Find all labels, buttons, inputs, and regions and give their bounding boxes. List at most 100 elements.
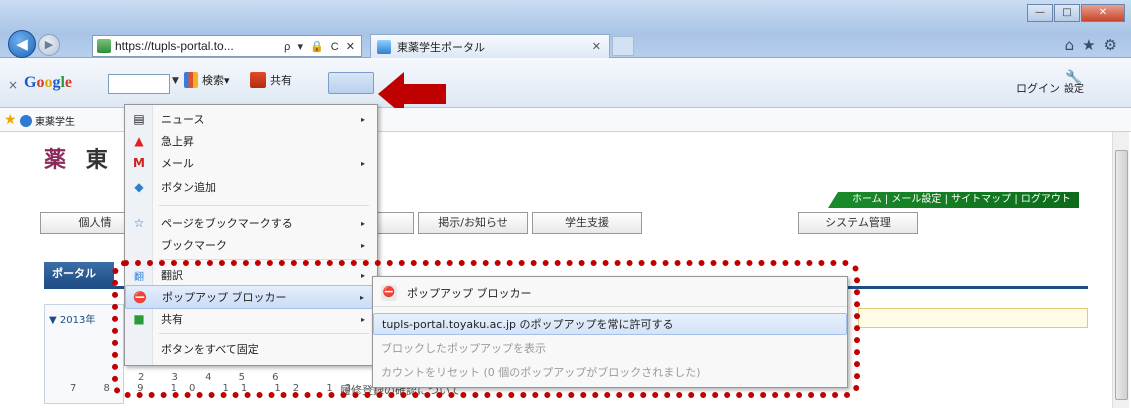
chevron-down-icon: ▾ <box>224 73 230 87</box>
submenu-arrow-icon: ▸ <box>360 314 365 324</box>
settings-button[interactable]: 🔧 設定 <box>1064 70 1084 96</box>
gmail-icon: M <box>133 156 145 170</box>
toolbar-close-icon[interactable]: × <box>8 78 18 92</box>
share-button[interactable]: 共有 <box>250 72 292 88</box>
menu-item-translate[interactable]: 翻 翻訳 ▸ <box>125 263 377 287</box>
news-icon: ▤ <box>133 112 145 126</box>
menu-item-label: ボタンをすべて固定 <box>161 343 259 356</box>
close-window-button[interactable]: ✕ <box>1081 4 1125 22</box>
reset-count-item[interactable]: カウントをリセット (0 個のポップアップがブロックされました) <box>373 361 847 383</box>
submenu-arrow-icon: ▸ <box>360 270 365 280</box>
google-search-input[interactable] <box>108 74 170 94</box>
submenu-arrow-icon: ▸ <box>359 292 364 302</box>
browser-right-icons: ⌂ ★ ⚙ <box>1065 36 1117 54</box>
address-url: https://tupls-portal.to... <box>115 39 234 53</box>
popup-blocker-submenu: ⛔ ポップアップ ブロッカー tupls-portal.toyaku.ac.jp… <box>372 276 848 388</box>
submenu-header: ⛔ ポップアップ ブロッカー <box>373 279 847 307</box>
home-icon[interactable]: ⌂ <box>1065 36 1075 54</box>
back-arrow-icon: ◀ <box>16 35 28 53</box>
menu-item-bookmark-page[interactable]: ☆ ページをブックマークする ▸ <box>125 211 377 235</box>
menu-item-label: ページをブックマークする <box>161 217 293 230</box>
calendar-title[interactable]: ▼ 2013年 <box>45 305 123 332</box>
menu-item-trending[interactable]: ▲ 急上昇 <box>125 129 377 153</box>
window-controls: — □ ✕ <box>1026 4 1125 22</box>
menu-item-label: 共有 <box>161 313 183 326</box>
menu-item-label: メール <box>161 157 194 170</box>
tab-system-admin[interactable]: システム管理 <box>798 212 918 234</box>
calendar-days: 2 3 4 5 6 7 8 9 10 11 12 13 <box>70 372 363 394</box>
menu-separator <box>159 259 369 260</box>
settings-label: 設定 <box>1064 84 1084 95</box>
google-search-button[interactable]: 検索 ▾ <box>184 72 230 88</box>
logo-mark: 薬 <box>44 147 73 173</box>
new-tab-button[interactable] <box>612 36 634 56</box>
window-titlebar: — □ ✕ ◀ ▶ https://tupls-portal.to... ρ ▾… <box>0 0 1131 58</box>
submenu-header-label: ポップアップ ブロッカー <box>407 286 532 300</box>
menu-separator <box>159 333 369 334</box>
favorites-star-icon[interactable]: ★ <box>1082 36 1095 54</box>
google-toolbar: × Google ▼ 検索 ▾ 共有 ログイン 🔧 設定 <box>0 58 1131 116</box>
portal-section-title: ポータル <box>44 262 114 286</box>
allow-popups-item[interactable]: tupls-portal.toyaku.ac.jp のポップアップを常に許可する <box>373 313 847 335</box>
scrollbar-thumb[interactable] <box>1115 150 1128 400</box>
submenu-arrow-icon: ▸ <box>360 240 365 250</box>
menu-item-label: ニュース <box>161 113 205 126</box>
vertical-scrollbar[interactable] <box>1112 132 1129 408</box>
tools-gear-icon[interactable]: ⚙ <box>1104 36 1117 54</box>
more-buttons-button[interactable] <box>328 72 374 94</box>
favorite-link[interactable]: 東薬学生 <box>20 113 75 128</box>
add-button-icon: ◆ <box>134 180 144 194</box>
show-blocked-label: ブロックしたポップアップを表示 <box>381 342 546 355</box>
menu-separator <box>159 205 369 206</box>
toolbar-more-menu: ▤ ニュース ▸ ▲ 急上昇 M メール ▸ ◆ ボタン追加 ☆ ページをブック… <box>124 104 378 366</box>
browser-tab[interactable]: 東薬学生ポータル ✕ <box>370 34 610 58</box>
menu-item-bookmarks[interactable]: ブックマーク ▸ <box>125 233 377 257</box>
tab-favicon-icon <box>377 39 391 54</box>
address-bar[interactable]: https://tupls-portal.to... ρ ▾ 🔒 C ✕ <box>92 35 362 57</box>
menu-item-pin-all[interactable]: ボタンをすべて固定 <box>125 337 377 361</box>
login-link[interactable]: ログイン <box>1016 80 1060 96</box>
back-button[interactable]: ◀ <box>8 30 36 58</box>
menu-item-news[interactable]: ▤ ニュース ▸ <box>125 107 377 131</box>
calendar-row: 7 8 9 10 11 12 13 <box>70 383 364 394</box>
search-icon <box>184 72 198 88</box>
menu-item-add-button[interactable]: ◆ ボタン追加 <box>125 175 377 199</box>
menu-item-popup-blocker[interactable]: ⛔ ポップアップ ブロッカー ▸ <box>125 285 377 309</box>
favorite-label: 東薬学生 <box>35 117 75 128</box>
submenu-arrow-icon: ▸ <box>360 158 365 168</box>
site-favicon-icon <box>97 39 111 53</box>
ie-icon <box>20 114 32 127</box>
forward-arrow-icon: ▶ <box>44 38 54 51</box>
translate-icon: 翻 <box>134 271 144 283</box>
show-blocked-popups-item[interactable]: ブロックしたポップアップを表示 <box>373 337 847 359</box>
minimize-button[interactable]: — <box>1027 4 1053 22</box>
top-navigation[interactable]: ホーム | メール設定 | サイトマップ | ログアウト <box>828 192 1079 208</box>
allow-popups-label: tupls-portal.toyaku.ac.jp のポップアップを常に許可する <box>382 318 674 331</box>
share-icon <box>250 72 266 88</box>
forward-button[interactable]: ▶ <box>38 34 60 56</box>
menu-item-share[interactable]: ■ 共有 ▸ <box>125 307 377 331</box>
tab-student-support[interactable]: 学生支援 <box>532 212 642 234</box>
tab-notices[interactable]: 掲示/お知らせ <box>418 212 528 234</box>
reset-count-label: カウントをリセット (0 個のポップアップがブロックされました) <box>381 366 701 379</box>
address-tools[interactable]: ρ ▾ 🔒 C ✕ <box>284 40 357 53</box>
tab-close-icon[interactable]: ✕ <box>592 40 601 53</box>
submenu-arrow-icon: ▸ <box>360 218 365 228</box>
search-label: 検索 <box>202 74 224 87</box>
tab-title: 東薬学生ポータル <box>397 40 485 54</box>
popup-blocker-icon: ⛔ <box>381 284 397 301</box>
calendar-row: 2 3 4 5 6 <box>138 372 291 383</box>
menu-item-label: ブックマーク <box>161 239 227 252</box>
favorites-star-icon[interactable]: ★ <box>4 112 17 128</box>
menu-item-label: 急上昇 <box>161 135 194 148</box>
menu-item-mail[interactable]: M メール ▸ <box>125 151 377 175</box>
share-label: 共有 <box>270 74 292 87</box>
menu-item-label: 翻訳 <box>161 269 183 282</box>
trending-icon: ▲ <box>134 134 144 148</box>
menu-item-label: ポップアップ ブロッカー <box>162 291 287 304</box>
maximize-button[interactable]: □ <box>1054 4 1080 22</box>
wrench-icon: 🔧 <box>1065 70 1083 86</box>
menu-item-label: ボタン追加 <box>161 181 216 194</box>
search-dropdown-icon[interactable]: ▼ <box>172 76 179 86</box>
notice-box <box>858 308 1088 328</box>
